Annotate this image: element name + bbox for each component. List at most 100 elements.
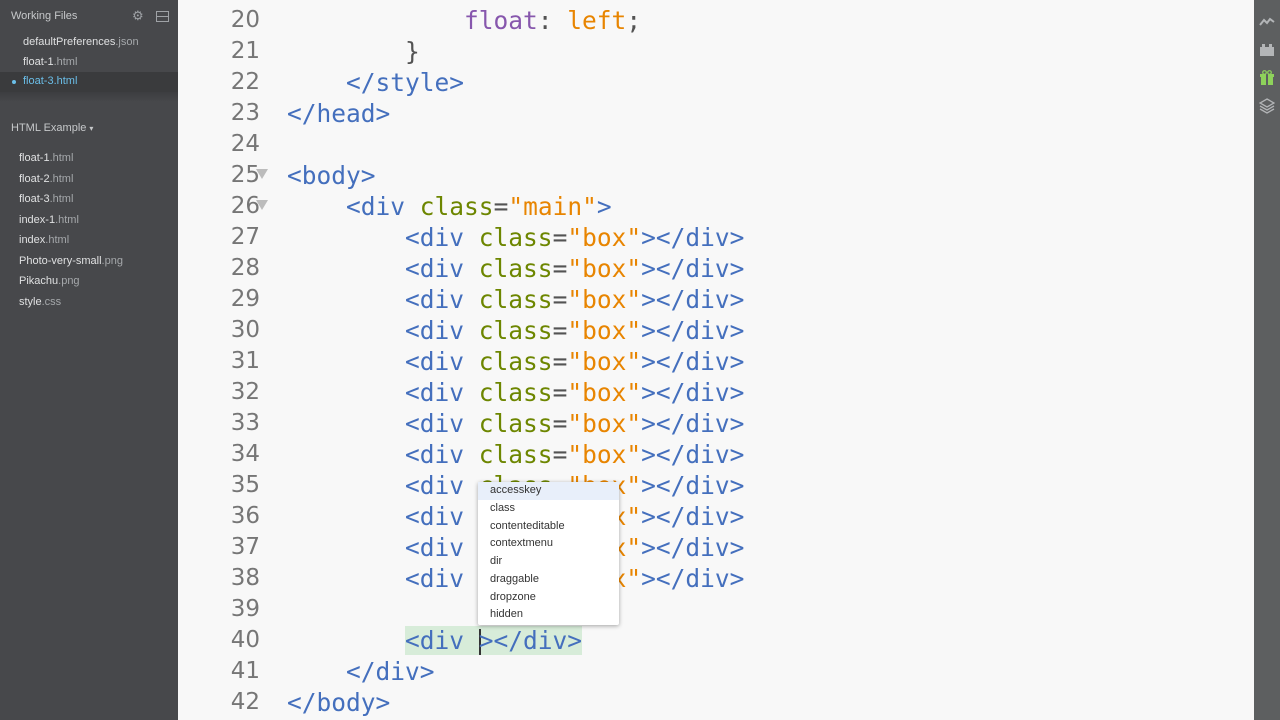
code-text: <div class="box"></div> xyxy=(405,440,745,469)
line-number: 37 xyxy=(230,534,260,560)
fold-triangle-icon[interactable] xyxy=(256,169,268,179)
line-number: 26 xyxy=(230,193,260,219)
split-view-icon[interactable] xyxy=(156,11,169,22)
code-line[interactable]: 28 <div class="box"></div> xyxy=(178,253,1254,284)
code-text: </body> xyxy=(287,688,391,717)
chevron-down-icon: ▾ xyxy=(89,124,94,133)
file-ext: .html xyxy=(49,152,74,164)
project-name: HTML Example xyxy=(11,122,87,134)
file-name: float-1 xyxy=(23,55,54,68)
gift-icon[interactable] xyxy=(1259,70,1275,86)
sidebar: Working Files ⚙ defaultPreferences.json … xyxy=(0,0,178,720)
line-number: 22 xyxy=(230,69,260,95)
line-number: 20 xyxy=(230,7,260,33)
file-ext: .html xyxy=(53,55,78,68)
code-text: <div class="box"></div> xyxy=(405,254,745,283)
tree-file-item[interactable]: Pikachu.png xyxy=(0,271,178,292)
hint-item[interactable]: hidden xyxy=(478,606,619,624)
code-line[interactable]: 27 <div class="box"></div> xyxy=(178,222,1254,253)
hint-item[interactable]: dir xyxy=(478,553,619,571)
working-file-item[interactable]: defaultPreferences.json xyxy=(0,33,178,53)
working-files-title: Working Files xyxy=(11,10,78,22)
file-name: index xyxy=(19,234,46,246)
line-number: 25 xyxy=(230,162,260,188)
hint-item[interactable]: contextmenu xyxy=(478,535,619,553)
code-text: <div class="box"></div> xyxy=(405,378,745,407)
live-preview-icon[interactable] xyxy=(1259,14,1275,30)
code-line[interactable]: 20 float: left; xyxy=(178,5,1254,36)
file-ext: .html xyxy=(55,213,79,226)
code-text: </div> xyxy=(346,657,435,686)
file-name: float-3 xyxy=(19,193,50,205)
gear-icon[interactable]: ⚙ xyxy=(132,9,146,23)
code-line[interactable]: 30 <div class="box"></div> xyxy=(178,315,1254,346)
code-text: <div class="box"></div> xyxy=(405,316,745,345)
code-editor[interactable]: 20 float: left; 21 } 22 </style> 23 </he… xyxy=(178,0,1254,720)
file-ext: .html xyxy=(49,193,74,205)
file-name: Photo-very-small xyxy=(19,254,102,267)
code-line[interactable]: 37 <div class="box"></div> xyxy=(178,532,1254,563)
code-text: <div class="box"></div> xyxy=(405,409,745,438)
hint-item[interactable]: contenteditable xyxy=(478,518,619,536)
file-name: Pikachu xyxy=(19,275,59,287)
section-divider xyxy=(0,92,178,102)
tree-file-item[interactable]: index.html xyxy=(0,230,178,251)
line-number: 33 xyxy=(230,410,260,436)
file-ext: .html xyxy=(49,172,74,185)
code-line[interactable]: 42 </body> xyxy=(178,687,1254,718)
file-ext: .html xyxy=(45,234,70,246)
code-line[interactable]: 22 </style> xyxy=(178,67,1254,98)
tree-file-item[interactable]: index-1.html xyxy=(0,210,178,231)
code-line[interactable]: 21 } xyxy=(178,36,1254,67)
line-number: 23 xyxy=(230,100,260,126)
line-number: 41 xyxy=(230,658,260,684)
code-text: <div class="box"></div> xyxy=(405,347,745,376)
hint-item[interactable]: class xyxy=(478,500,619,518)
code-line[interactable]: 31 <div class="box"></div> xyxy=(178,346,1254,377)
layers-icon[interactable] xyxy=(1258,98,1276,114)
code-line-current[interactable]: 40 <div ></div> xyxy=(178,625,1254,656)
line-number: 30 xyxy=(230,317,260,343)
code-line[interactable]: 26 <div class="main"> xyxy=(178,191,1254,222)
extension-manager-icon[interactable] xyxy=(1259,42,1275,58)
line-number: 38 xyxy=(230,565,260,591)
project-title[interactable]: HTML Example ▾ xyxy=(11,122,93,134)
tree-file-item[interactable]: Photo-very-small.png xyxy=(0,251,178,272)
fold-triangle-icon[interactable] xyxy=(256,200,268,210)
code-text: <div ></div> xyxy=(287,625,583,656)
matched-tag-highlight: <div ></div> xyxy=(405,626,583,655)
line-number: 39 xyxy=(230,596,260,622)
code-line[interactable]: 35 <div class="box"></div> xyxy=(178,470,1254,501)
code-line[interactable]: 23 </head> xyxy=(178,98,1254,129)
file-name: float-2 xyxy=(19,172,50,185)
tree-file-item[interactable]: style.css xyxy=(0,292,178,313)
file-ext: .css xyxy=(41,295,62,308)
tree-file-item[interactable]: float-3.html xyxy=(0,189,178,210)
line-number: 24 xyxy=(230,131,260,157)
code-line[interactable]: 39 xyxy=(178,594,1254,625)
code-hint-popup: accesskey class contenteditable contextm… xyxy=(478,482,619,625)
tree-file-item[interactable]: float-2.html xyxy=(0,169,178,190)
code-line[interactable]: 32 <div class="box"></div> xyxy=(178,377,1254,408)
working-file-item-active[interactable]: float-3.html xyxy=(0,72,178,92)
hint-item-selected[interactable]: accesskey xyxy=(478,482,619,500)
file-ext: .html xyxy=(53,75,78,87)
line-number: 40 xyxy=(230,627,260,653)
code-line[interactable]: 34 <div class="box"></div> xyxy=(178,439,1254,470)
code-line[interactable]: 38 <div class="box"></div> xyxy=(178,563,1254,594)
code-line[interactable]: 41 </div> xyxy=(178,656,1254,687)
hint-item[interactable]: draggable xyxy=(478,571,619,589)
working-file-item[interactable]: float-1.html xyxy=(0,53,178,73)
line-number: 32 xyxy=(230,379,260,405)
hint-item[interactable]: dropzone xyxy=(478,589,619,607)
code-text: <div class="main"> xyxy=(346,192,612,221)
file-name: float-1 xyxy=(19,152,50,164)
tree-file-item[interactable]: float-1.html xyxy=(0,148,178,169)
code-line[interactable]: 24 xyxy=(178,129,1254,160)
code-line[interactable]: 33 <div class="box"></div> xyxy=(178,408,1254,439)
code-line[interactable]: 25 <body> xyxy=(178,160,1254,191)
code-line[interactable]: 29 <div class="box"></div> xyxy=(178,284,1254,315)
code-line[interactable]: 36 <div class="box"></div> xyxy=(178,501,1254,532)
line-number: 21 xyxy=(230,38,260,64)
code-text: <div class="box"></div> xyxy=(405,285,745,314)
